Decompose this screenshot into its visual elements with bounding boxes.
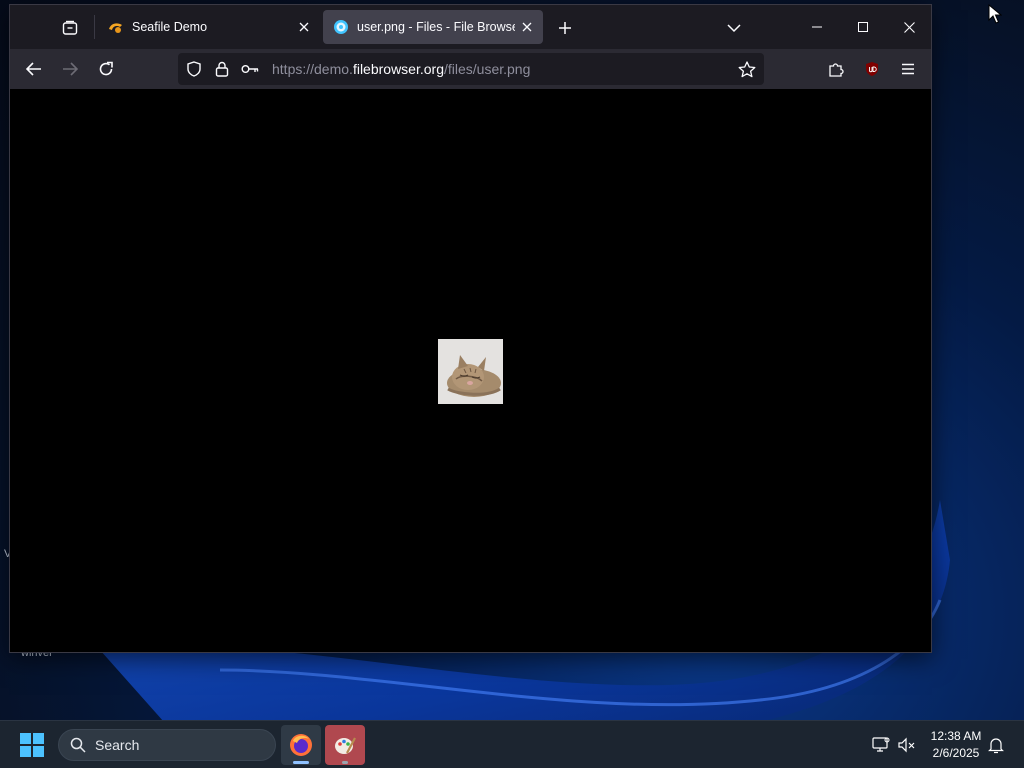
ublock-origin-button[interactable]	[857, 55, 887, 83]
tab-separator	[94, 15, 95, 39]
taskbar-clock[interactable]: 12:38 AM 2/6/2025	[924, 728, 988, 762]
running-indicator	[342, 761, 348, 764]
tab-title: Seafile Demo	[132, 20, 208, 34]
key-permission-icon[interactable]	[236, 55, 264, 83]
url-text[interactable]: https://demo.filebrowser.org/files/user.…	[272, 61, 732, 77]
url-path: /files/user.png	[443, 61, 531, 77]
arrow-right-icon	[63, 62, 78, 76]
minimize-icon	[812, 26, 822, 28]
reload-button[interactable]	[91, 55, 121, 83]
hamburger-menu-icon	[902, 63, 914, 75]
windows-logo-icon	[20, 733, 44, 757]
tab-manager-icon	[62, 20, 78, 35]
list-all-tabs-button[interactable]	[720, 15, 748, 41]
search-placeholder: Search	[95, 737, 140, 753]
address-bar[interactable]: https://demo.filebrowser.org/files/user.…	[178, 53, 764, 85]
tab-close-button[interactable]	[292, 15, 316, 39]
clock-time: 12:38 AM	[930, 729, 982, 743]
puzzle-icon	[829, 63, 844, 77]
close-icon	[299, 22, 309, 32]
tab-manager-button[interactable]	[56, 15, 84, 41]
window-close-button[interactable]	[886, 5, 932, 49]
mouse-cursor-icon	[988, 4, 1002, 24]
kitten-image-preview[interactable]	[438, 339, 503, 404]
reload-icon	[99, 61, 113, 76]
network-tray-icon[interactable]	[871, 735, 891, 755]
search-icon	[69, 736, 87, 754]
ublock-icon	[866, 62, 878, 76]
running-indicator	[293, 761, 309, 764]
chevron-down-icon	[727, 24, 741, 33]
start-button[interactable]	[12, 727, 52, 763]
seafile-favicon	[108, 19, 124, 35]
plus-icon	[559, 22, 571, 34]
tab-seafile-demo[interactable]: Seafile Demo	[98, 10, 320, 44]
arrow-left-icon	[26, 62, 41, 76]
volume-muted-tray-icon[interactable]	[897, 735, 917, 755]
notifications-bell-icon[interactable]	[986, 735, 1006, 755]
taskbar-app-firefox[interactable]	[281, 725, 321, 765]
url-prefix: https://demo.	[272, 61, 353, 77]
page-content	[10, 89, 931, 652]
tab-file-browser[interactable]: user.png - Files - File Browser	[323, 10, 543, 44]
taskbar-search-box[interactable]: Search	[58, 729, 276, 761]
star-icon	[738, 60, 756, 77]
lock-icon[interactable]	[208, 55, 236, 83]
maximize-button[interactable]	[840, 5, 886, 49]
bookmark-star-button[interactable]	[732, 55, 762, 83]
maximize-icon	[858, 22, 868, 32]
filebrowser-favicon	[333, 19, 349, 35]
taskbar: Search 12:38 AM 2/6/2025	[0, 720, 1024, 768]
new-tab-button[interactable]	[551, 15, 579, 41]
back-button[interactable]	[19, 55, 49, 83]
forward-button[interactable]	[55, 55, 85, 83]
tab-title: user.png - Files - File Browser	[357, 20, 515, 34]
application-menu-button[interactable]	[893, 55, 923, 83]
navigation-toolbar: https://demo.filebrowser.org/files/user.…	[10, 49, 931, 89]
firefox-icon	[290, 734, 312, 756]
clock-date: 2/6/2025	[932, 746, 980, 760]
browser-window: Seafile Demo user.png - Files - File Bro…	[9, 4, 932, 653]
minimize-button[interactable]	[794, 5, 840, 49]
close-icon	[903, 21, 915, 33]
close-icon	[522, 22, 532, 32]
tracking-protection-shield-icon[interactable]	[180, 55, 208, 83]
paint-icon	[335, 737, 356, 754]
taskbar-app-paint[interactable]	[325, 725, 365, 765]
url-domain: filebrowser.org	[352, 61, 444, 77]
extensions-button[interactable]	[821, 55, 851, 83]
tab-close-button[interactable]	[515, 15, 539, 39]
tab-strip: Seafile Demo user.png - Files - File Bro…	[10, 5, 931, 49]
